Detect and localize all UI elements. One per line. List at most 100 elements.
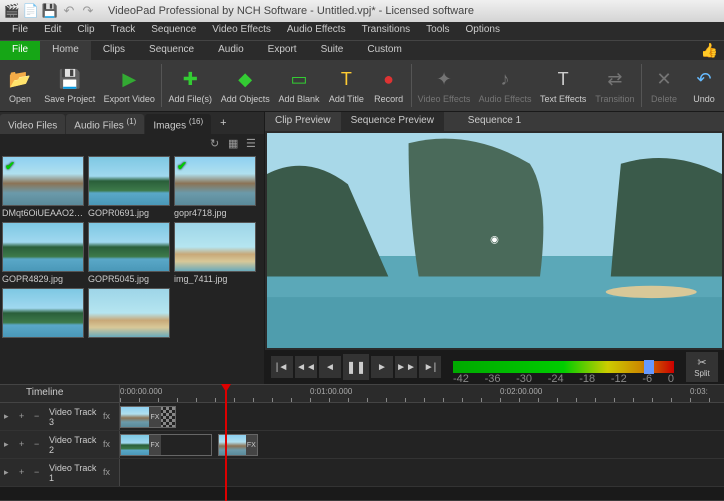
preview-viewport[interactable]: ◉ [267, 133, 722, 348]
remove-icon[interactable]: − [34, 467, 46, 479]
menu-tools[interactable]: Tools [418, 22, 457, 40]
collapse-icon[interactable]: ▸ [4, 411, 16, 423]
track-content[interactable]: FX [120, 403, 724, 430]
menubar: FileEditClipTrackSequenceVideo EffectsAu… [0, 22, 724, 40]
ribbon-tab-suite[interactable]: Suite [309, 41, 356, 60]
add-bin-tab-button[interactable]: + [212, 114, 234, 134]
split-button[interactable]: ✂ Split [686, 352, 718, 382]
thumb-label: GOPR5045.jpg [88, 274, 170, 284]
thumbnail-grid[interactable]: ✔DMqt6OiUEAAO2ET.jpgGOPR0691.jpg✔gopr471… [0, 154, 264, 384]
remove-icon[interactable]: − [34, 411, 46, 423]
thumbnail-item[interactable] [88, 288, 170, 340]
thumbnail-item[interactable]: ✔gopr4718.jpg [174, 156, 256, 218]
toolbar: 📂Open💾Save Project▶Export Video✚Add File… [0, 60, 724, 112]
new-icon[interactable]: 📄 [23, 3, 39, 19]
menu-clip[interactable]: Clip [69, 22, 102, 40]
menu-options[interactable]: Options [458, 22, 508, 40]
collapse-icon[interactable]: ▸ [4, 439, 16, 451]
thumbnail-item[interactable]: GOPR4829.jpg [2, 222, 84, 284]
save-project-button[interactable]: 💾Save Project [40, 60, 99, 111]
track-content[interactable]: FX FX [120, 431, 724, 458]
remove-icon[interactable]: − [34, 439, 46, 451]
step-fwd-button[interactable]: ► [371, 356, 393, 378]
window-title: VideoPad Professional by NCH Software - … [108, 5, 474, 17]
track: ▸ + − Video Track 3 fx FX [0, 403, 724, 431]
playback-controls: 0:00:41.732 |◄ ◄◄ ◄ ❚❚ ► ►► ►| -42-36-30… [265, 350, 724, 384]
add-icon[interactable]: + [19, 411, 31, 423]
goto-end-button[interactable]: ►| [419, 356, 441, 378]
undo-button[interactable]: ↶Undo [684, 60, 724, 111]
thumbnail-item[interactable]: GOPR5045.jpg [88, 222, 170, 284]
ribbon-tab-sequence[interactable]: Sequence [137, 41, 206, 60]
thumbnail-item[interactable]: ✔DMqt6OiUEAAO2ET.jpg [2, 156, 84, 218]
fx-icon[interactable]: fx [103, 411, 115, 423]
menu-sequence[interactable]: Sequence [143, 22, 204, 40]
menu-track[interactable]: Track [103, 22, 144, 40]
playhead[interactable] [225, 385, 227, 501]
bin-tab-images[interactable]: Images (16) [145, 114, 211, 134]
audio-effects-icon: ♪ [493, 68, 517, 92]
redo-icon[interactable]: ↷ [80, 3, 96, 19]
preview-tab-sequence-preview[interactable]: Sequence Preview [341, 112, 444, 131]
menu-transitions[interactable]: Transitions [354, 22, 419, 40]
thumbnail-item[interactable]: GOPR0691.jpg [88, 156, 170, 218]
ribbon-tab-audio[interactable]: Audio [206, 41, 256, 60]
clip-fx-icon[interactable]: FX [246, 435, 257, 455]
add-title-button[interactable]: TAdd Title [324, 60, 369, 111]
bin-icon[interactable]: ▦ [228, 137, 242, 151]
preview-tab-clip-preview[interactable]: Clip Preview [265, 112, 341, 131]
ribbon-tabs: FileHomeClipsSequenceAudioExportSuiteCus… [0, 40, 724, 60]
ribbon-tab-file[interactable]: File [0, 41, 40, 60]
refresh-icon[interactable]: ↻ [210, 137, 224, 151]
undo-icon[interactable]: ↶ [61, 3, 77, 19]
export-video-button[interactable]: ▶Export Video [99, 60, 159, 111]
add-blank-button[interactable]: ▭Add Blank [274, 60, 324, 111]
next-frame-button[interactable]: ►► [395, 356, 417, 378]
menu-audio-effects[interactable]: Audio Effects [279, 22, 354, 40]
check-icon: ✔ [177, 159, 187, 173]
step-back-button[interactable]: ◄ [319, 356, 341, 378]
track-name: Video Track 1 [49, 463, 100, 483]
goto-start-button[interactable]: |◄ [271, 356, 293, 378]
menu-video-effects[interactable]: Video Effects [204, 22, 279, 40]
preview-tabs: Clip PreviewSequence 1Sequence Preview [265, 112, 724, 131]
collapse-icon[interactable]: ▸ [4, 467, 16, 479]
add-files-button[interactable]: ✚Add File(s) [164, 60, 216, 111]
bin-tab-audio-files[interactable]: Audio Files (1) [66, 114, 144, 134]
add-objects-button[interactable]: ◆Add Objects [216, 60, 274, 111]
ribbon-tab-home[interactable]: Home [40, 41, 91, 60]
fx-icon[interactable]: fx [103, 439, 115, 451]
clip[interactable]: FX [120, 406, 176, 428]
menu-edit[interactable]: Edit [36, 22, 69, 40]
track: ▸ + − Video Track 1 fx [0, 459, 724, 487]
timeline-ruler[interactable]: Timeline 0:00:00.0000:01:00.0000:02:00.0… [0, 385, 724, 403]
add-icon[interactable]: + [19, 439, 31, 451]
menu-file[interactable]: File [4, 22, 36, 40]
ribbon-tab-export[interactable]: Export [256, 41, 309, 60]
save-project-icon: 💾 [58, 68, 82, 92]
ribbon-tab-clips[interactable]: Clips [91, 41, 137, 60]
text-effects-button[interactable]: TText Effects [536, 60, 591, 111]
record-button[interactable]: ●Record [369, 60, 409, 111]
delete-button: ✕Delete [644, 60, 684, 111]
prev-frame-button[interactable]: ◄◄ [295, 356, 317, 378]
play-pause-button[interactable]: ❚❚ [343, 354, 369, 380]
clip-fx-icon[interactable]: FX [149, 435, 161, 455]
ribbon-tab-custom[interactable]: Custom [355, 41, 413, 60]
thumbnail-item[interactable]: img_7411.jpg [174, 222, 256, 284]
bin-tab-video-files[interactable]: Video Files [0, 114, 65, 134]
bin-panel: Video Files Audio Files (1)Images (16)+ … [0, 112, 265, 384]
video-effects-button: ✦Video Effects [414, 60, 475, 111]
like-icon[interactable]: 👍 [701, 42, 718, 59]
list-icon[interactable]: ☰ [246, 137, 260, 151]
clip[interactable]: FX [218, 434, 258, 456]
fx-icon[interactable]: fx [103, 467, 115, 479]
thumbnail-item[interactable] [2, 288, 84, 340]
save-icon[interactable]: 💾 [42, 3, 58, 19]
track-content[interactable] [120, 459, 724, 486]
clip-fx-icon[interactable]: FX [149, 407, 161, 427]
clip[interactable]: FX [120, 434, 212, 456]
open-button[interactable]: 📂Open [0, 60, 40, 111]
add-icon[interactable]: + [19, 467, 31, 479]
bin-toolbar: ↻ ▦ ☰ [0, 134, 264, 154]
